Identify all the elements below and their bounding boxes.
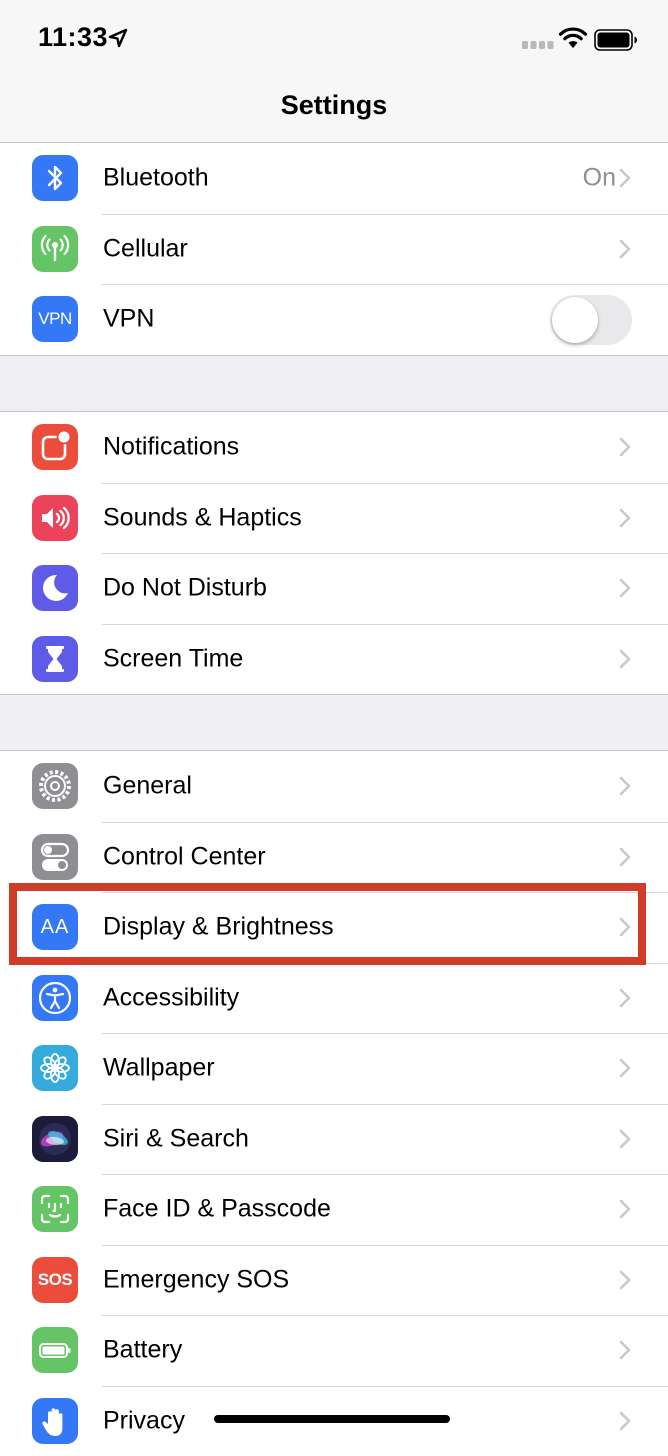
speaker-icon: [32, 495, 78, 541]
battery-icon: [594, 29, 638, 51]
settings-row-label: General: [103, 772, 192, 801]
chevron-right-icon: [619, 1129, 631, 1149]
settings-row-label: Notifications: [103, 433, 239, 462]
display-icon-text: AA: [41, 916, 70, 939]
chevron-right-icon: [619, 508, 631, 528]
wifi-icon: [558, 26, 588, 50]
settings-row-wallpaper[interactable]: Wallpaper: [0, 1033, 668, 1104]
vpn-toggle[interactable]: [550, 295, 632, 345]
chevron-right-icon: [619, 1199, 631, 1219]
flower-icon: [32, 1045, 78, 1091]
settings-row-notifications[interactable]: Notifications: [0, 412, 668, 483]
settings-row-sounds[interactable]: Sounds & Haptics: [0, 483, 668, 554]
settings-row-label: Siri & Search: [103, 1124, 249, 1153]
settings-row-label: Emergency SOS: [103, 1265, 289, 1294]
notifications-icon: [32, 424, 78, 470]
chevron-right-icon: [619, 168, 631, 188]
settings-group-connectivity: Bluetooth On Cellular VPN VPN: [0, 143, 668, 356]
chevron-right-icon: [619, 578, 631, 598]
navigation-bar: Settings: [0, 80, 668, 143]
chevron-right-icon: [619, 776, 631, 796]
settings-row-cellular[interactable]: Cellular: [0, 214, 668, 285]
settings-group-general: General Control Center AA Display & Brig…: [0, 750, 668, 1456]
chevron-right-icon: [619, 1270, 631, 1290]
vpn-icon-text: VPN: [38, 309, 71, 329]
settings-row-bluetooth[interactable]: Bluetooth On: [0, 143, 668, 214]
status-bar: 11:33: [0, 0, 668, 80]
bluetooth-status-value: On: [583, 164, 616, 193]
settings-row-label: Cellular: [103, 234, 188, 263]
chevron-right-icon: [619, 1340, 631, 1360]
gear-icon: [32, 763, 78, 809]
moon-icon: [32, 565, 78, 611]
settings-row-emergency-sos[interactable]: SOS Emergency SOS: [0, 1245, 668, 1316]
bluetooth-icon: [32, 155, 78, 201]
chevron-right-icon: [619, 1058, 631, 1078]
siri-icon: [32, 1116, 78, 1162]
settings-row-do-not-disturb[interactable]: Do Not Disturb: [0, 553, 668, 624]
hourglass-icon: [32, 636, 78, 682]
chevron-right-icon: [619, 239, 631, 259]
chevron-right-icon: [619, 917, 631, 937]
settings-row-control-center[interactable]: Control Center: [0, 822, 668, 893]
switches-icon: [32, 834, 78, 880]
settings-row-label: Do Not Disturb: [103, 574, 267, 603]
settings-row-label: Control Center: [103, 842, 266, 871]
settings-row-label: Accessibility: [103, 983, 239, 1012]
toggle-knob: [552, 297, 598, 343]
vpn-icon: VPN: [32, 296, 78, 342]
settings-row-face-id[interactable]: Face ID & Passcode: [0, 1174, 668, 1245]
settings-row-label: Bluetooth: [103, 164, 209, 193]
settings-row-label: VPN: [103, 305, 154, 334]
settings-row-label: Screen Time: [103, 644, 243, 673]
battery-settings-icon: [32, 1327, 78, 1373]
sos-icon-text: SOS: [38, 1270, 72, 1290]
cellular-signal-icon: [522, 41, 554, 49]
chevron-right-icon: [619, 437, 631, 457]
settings-row-screen-time[interactable]: Screen Time: [0, 624, 668, 695]
settings-row-accessibility[interactable]: Accessibility: [0, 963, 668, 1034]
face-id-icon: [32, 1186, 78, 1232]
settings-row-label: Face ID & Passcode: [103, 1195, 331, 1224]
settings-row-label: Sounds & Haptics: [103, 503, 302, 532]
settings-row-battery[interactable]: Battery: [0, 1315, 668, 1386]
chevron-right-icon: [619, 1411, 631, 1431]
settings-row-label: Wallpaper: [103, 1054, 215, 1083]
settings-group-notifications: Notifications Sounds & Haptics Do Not Di…: [0, 411, 668, 695]
text-size-icon: AA: [32, 904, 78, 950]
home-indicator[interactable]: [214, 1415, 450, 1423]
settings-row-label: Display & Brightness: [103, 913, 334, 942]
settings-row-siri[interactable]: Siri & Search: [0, 1104, 668, 1175]
settings-row-vpn[interactable]: VPN VPN: [0, 284, 668, 355]
settings-row-general[interactable]: General: [0, 751, 668, 822]
chevron-right-icon: [619, 988, 631, 1008]
settings-row-label: Battery: [103, 1336, 182, 1365]
hand-icon: [32, 1398, 78, 1444]
location-arrow-icon: [108, 28, 128, 48]
sos-icon: SOS: [32, 1257, 78, 1303]
settings-row-display-brightness[interactable]: AA Display & Brightness: [0, 892, 668, 963]
status-time: 11:33: [38, 22, 108, 53]
page-title: Settings: [0, 90, 668, 121]
accessibility-icon: [32, 975, 78, 1021]
chevron-right-icon: [619, 649, 631, 669]
cellular-antenna-icon: [32, 226, 78, 272]
chevron-right-icon: [619, 847, 631, 867]
settings-row-label: Privacy: [103, 1406, 185, 1435]
